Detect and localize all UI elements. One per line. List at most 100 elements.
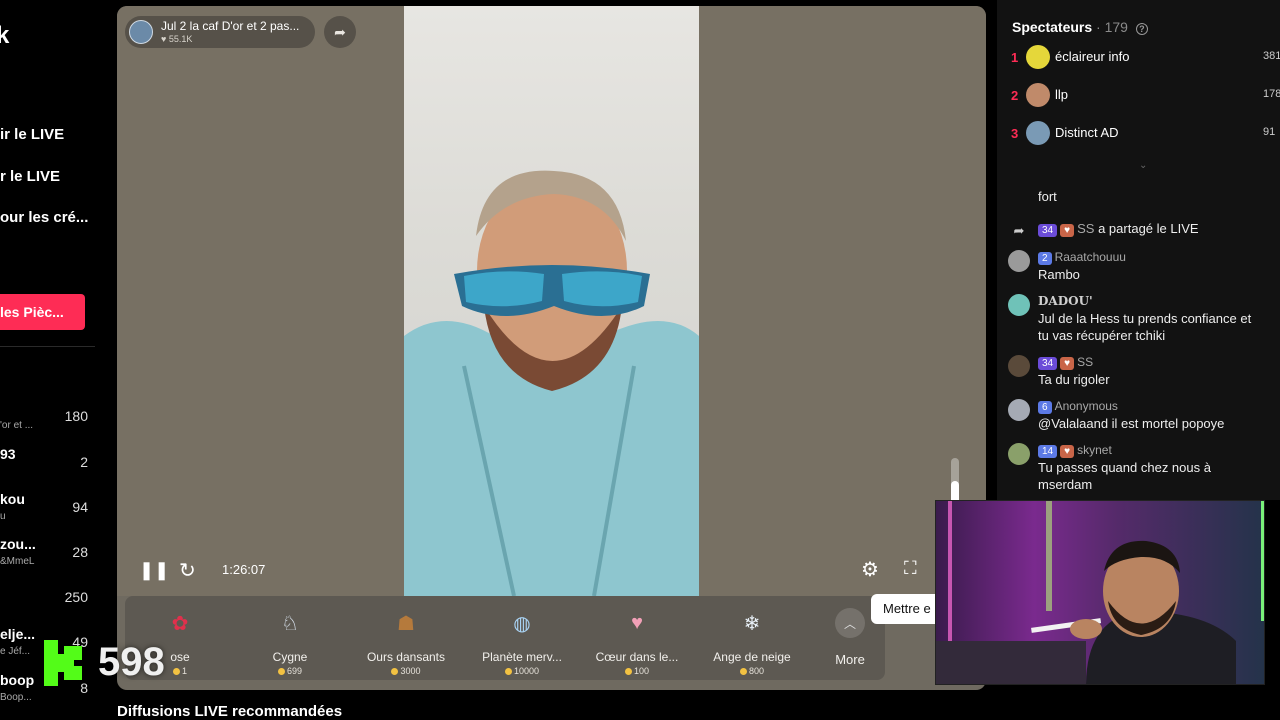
heart-badge: ♥ bbox=[1060, 445, 1075, 458]
avatar[interactable] bbox=[1008, 294, 1030, 316]
chat-header: 14 ♥ skynet bbox=[1038, 443, 1112, 458]
share-icon: ➦ bbox=[1013, 223, 1025, 238]
chat-user[interactable]: Anonymous bbox=[1055, 399, 1118, 413]
viewer-score: 381 bbox=[1263, 50, 1280, 62]
left-sidebar: k ir le LIVE r le LIVE our les cré... le… bbox=[0, 0, 100, 720]
gift-item[interactable]: ☗ Ours dansants 3000 bbox=[351, 606, 461, 677]
ranking-name: elje... bbox=[0, 626, 36, 642]
viewer-counter: 598 bbox=[98, 640, 165, 684]
chat-line: 34 ♥ SS a partagé le LIVE bbox=[1038, 220, 1263, 237]
viewer-rank: 3 bbox=[1011, 126, 1019, 141]
heart-hands-icon: ♥ bbox=[631, 611, 643, 634]
sidebar-divider bbox=[0, 346, 95, 347]
webcam-figure bbox=[936, 501, 1264, 684]
chat-text: fort bbox=[1038, 189, 1057, 204]
viewers-count: · 179 bbox=[1096, 19, 1128, 35]
gift-price: 10000 bbox=[467, 666, 577, 676]
heart-badge: ♥ bbox=[1060, 224, 1075, 237]
viewers-chat-panel: Spectateurs · 179 ? 1 éclaireur info 381… bbox=[997, 0, 1280, 500]
get-coins-button[interactable]: les Pièc... bbox=[0, 294, 85, 330]
gift-item[interactable]: ♘ Cygne 699 bbox=[235, 606, 345, 677]
settings-button[interactable]: ⚙ bbox=[861, 557, 879, 582]
gift-name: Ange de neige bbox=[713, 650, 791, 664]
refresh-button[interactable]: ↻ bbox=[179, 558, 196, 583]
viewers-label: Spectateurs bbox=[1012, 19, 1093, 35]
gift-name: Cygne bbox=[272, 650, 308, 664]
more-gifts-button[interactable]: ︿ More bbox=[825, 608, 875, 667]
chat-text: Ta du rigoler bbox=[1038, 372, 1110, 387]
viewer-row[interactable]: 3 Distinct AD 91 bbox=[997, 120, 1280, 148]
chat-user[interactable]: SS bbox=[1077, 355, 1093, 369]
fullscreen-button[interactable]: ⛶ bbox=[904, 558, 917, 579]
avatar[interactable] bbox=[1008, 399, 1030, 421]
swan-icon: ♘ bbox=[281, 612, 299, 635]
pause-button[interactable]: ❚❚ bbox=[139, 560, 169, 581]
heart-icon: ♥ bbox=[161, 34, 169, 44]
brand-logo[interactable]: k bbox=[0, 22, 9, 50]
sidebar-link-1[interactable]: ir le LIVE bbox=[0, 126, 64, 143]
viewer-row[interactable]: 1 éclaireur info 381 bbox=[997, 44, 1280, 72]
ranking-row[interactable]: 250 bbox=[0, 580, 92, 620]
viewer-row[interactable]: 2 llp 178 bbox=[997, 82, 1280, 110]
level-badge: 14 bbox=[1038, 445, 1058, 458]
fullscreen-icon: ⛶ bbox=[904, 558, 917, 578]
gift-bar: ✿ ose 1 ♘ Cygne 699 ☗ Ours dansants 3000… bbox=[125, 596, 885, 680]
chat-text: Jul de la Hess tu prends confiance et tu… bbox=[1038, 311, 1252, 343]
recommended-heading: Diffusions LIVE recommandées bbox=[117, 703, 343, 720]
viewer-rank: 1 bbox=[1011, 50, 1019, 65]
chevron-down-icon[interactable]: ⌄ bbox=[1139, 160, 1147, 171]
gear-icon: ⚙ bbox=[861, 559, 879, 581]
chat-text: @Valalaand il est mortel popoye bbox=[1038, 416, 1225, 431]
streamer-figure bbox=[404, 170, 699, 596]
gift-item[interactable]: ◍ Planète merv... 10000 bbox=[467, 606, 577, 677]
chat-user[interactable]: SS bbox=[1077, 221, 1094, 236]
ranking-name: boop bbox=[0, 672, 35, 688]
chat-user[interactable]: skynet bbox=[1077, 443, 1112, 457]
live-video[interactable] bbox=[404, 6, 699, 596]
sidebar-link-2[interactable]: r le LIVE bbox=[0, 168, 60, 185]
ranking-name: zou... bbox=[0, 536, 36, 552]
live-player: Jul 2 la caf D'or et 2 pas... ♥ 55.1K ➦ … bbox=[117, 6, 986, 690]
ranking-row[interactable]: 'or et ... 180 bbox=[0, 405, 92, 445]
share-icon: ➦ bbox=[334, 23, 346, 40]
chat-header: 6 Anonymous bbox=[1038, 399, 1118, 414]
level-badge: 2 bbox=[1038, 252, 1052, 265]
avatar[interactable] bbox=[1008, 250, 1030, 272]
avatar[interactable] bbox=[1008, 443, 1030, 465]
host-info[interactable]: Jul 2 la caf D'or et 2 pas... ♥ 55.1K bbox=[125, 16, 315, 48]
chat-user[interactable]: Raaatchouuu bbox=[1055, 250, 1126, 264]
webcam-overlay bbox=[935, 500, 1265, 685]
planet-icon: ◍ bbox=[513, 612, 531, 635]
chat-header: 2 Raaatchouuu bbox=[1038, 250, 1126, 265]
snow-angel-icon: ❄ bbox=[743, 612, 761, 635]
more-label: More bbox=[835, 652, 865, 667]
share-button[interactable]: ➦ bbox=[324, 16, 356, 48]
avatar bbox=[1026, 121, 1050, 145]
host-avatar[interactable] bbox=[129, 20, 153, 44]
rose-icon: ✿ bbox=[171, 612, 189, 635]
gift-price: 699 bbox=[235, 666, 345, 676]
likes-count: ♥ 55.1K bbox=[161, 34, 192, 44]
ranking-row[interactable]: 93 2 bbox=[0, 446, 92, 486]
gift-price: 100 bbox=[582, 666, 692, 676]
likes-value: 55.1K bbox=[168, 34, 193, 44]
level-badge: 34 bbox=[1038, 224, 1058, 237]
ranking-row[interactable]: zou... &MmeL 28 bbox=[0, 536, 92, 576]
gift-item[interactable]: ♥ Cœur dans le... 100 bbox=[582, 606, 692, 677]
ranking-sub: 'or et ... bbox=[0, 420, 34, 431]
heart-badge: ♥ bbox=[1060, 357, 1075, 370]
kick-logo-icon bbox=[44, 640, 82, 686]
sidebar-link-3[interactable]: our les cré... bbox=[0, 209, 88, 226]
viewer-rank: 2 bbox=[1011, 88, 1019, 103]
level-badge: 34 bbox=[1038, 357, 1058, 370]
gift-price: 3000 bbox=[351, 666, 461, 676]
avatar[interactable] bbox=[1008, 355, 1030, 377]
ranking-sub: Boop... bbox=[0, 692, 32, 703]
ranking-row[interactable]: kou u 94 bbox=[0, 491, 92, 531]
info-icon[interactable]: ? bbox=[1135, 23, 1148, 35]
gift-name: Cœur dans le... bbox=[595, 650, 679, 664]
pause-icon: ❚❚ bbox=[139, 560, 170, 580]
refresh-icon: ↻ bbox=[179, 560, 196, 582]
gift-item[interactable]: ❄ Ange de neige 800 bbox=[697, 606, 807, 677]
chat-user[interactable]: DADOU' bbox=[1038, 294, 1093, 308]
